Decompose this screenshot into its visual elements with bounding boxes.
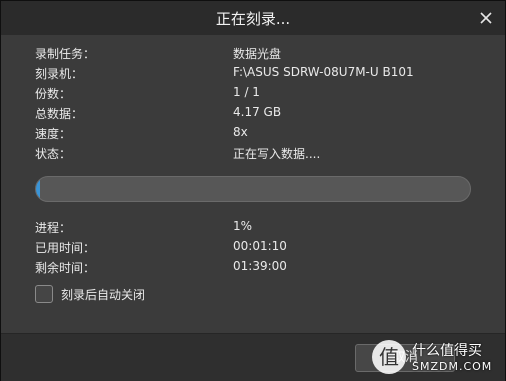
auto-close-checkbox[interactable] — [35, 285, 53, 303]
smzdm-watermark: 值 什么值得买 SMZDM.COM — [372, 338, 506, 381]
info-label: 刻录机： — [35, 67, 84, 81]
info-row-burner: 刻录机： F:\ASUS SDRW-08U7M-U B101 — [35, 65, 475, 85]
close-icon — [480, 12, 492, 24]
burn-progress-bar — [35, 176, 471, 202]
stat-value: 1% — [233, 219, 253, 233]
info-label: 速度： — [35, 127, 72, 141]
info-row-total-data: 总数据： 4.17 GB — [35, 105, 475, 125]
info-value: 正在写入数据.... — [233, 147, 321, 161]
info-label: 状态： — [35, 147, 72, 161]
info-value: 8x — [233, 125, 248, 139]
info-value: 数据光盘 — [233, 47, 282, 61]
window-title: 正在刻录... — [215, 10, 291, 28]
burn-progress-dialog: 正在刻录... 录制任务： 数据光盘 刻录机： F:\ASUS SDRW-08U… — [0, 0, 506, 381]
auto-close-option[interactable]: 刻录后自动关闭 — [35, 285, 235, 305]
watermark-logo: 值 — [372, 340, 406, 374]
stat-label: 进程： — [35, 221, 72, 235]
info-row-status: 状态： 正在写入数据.... — [35, 145, 475, 165]
info-value: 4.17 GB — [233, 105, 282, 119]
title-bar: 正在刻录... — [1, 1, 505, 35]
stat-row-progress: 进程： 1% — [35, 219, 475, 239]
dialog-content: 录制任务： 数据光盘 刻录机： F:\ASUS SDRW-08U7M-U B10… — [1, 35, 505, 333]
watermark-text: 什么值得买 — [412, 343, 482, 359]
watermark-domain: SMZDM.COM — [412, 360, 493, 373]
info-label: 总数据： — [35, 107, 84, 121]
progress-fill — [36, 177, 41, 201]
info-label: 份数： — [35, 87, 72, 101]
stat-row-remaining: 剩余时间： 01:39:00 — [35, 259, 475, 279]
stat-row-elapsed: 已用时间： 00:01:10 — [35, 239, 475, 259]
stat-value: 00:01:10 — [233, 239, 287, 253]
info-value: F:\ASUS SDRW-08U7M-U B101 — [233, 65, 414, 79]
close-button[interactable] — [475, 7, 497, 29]
stat-label: 已用时间： — [35, 241, 96, 255]
info-row-copies: 份数： 1 / 1 — [35, 85, 475, 105]
stat-value: 01:39:00 — [233, 259, 287, 273]
info-value: 1 / 1 — [233, 85, 260, 99]
auto-close-label: 刻录后自动关闭 — [61, 288, 146, 302]
info-row-speed: 速度： 8x — [35, 125, 475, 145]
info-label: 录制任务： — [35, 47, 96, 61]
info-row-task: 录制任务： 数据光盘 — [35, 45, 475, 65]
stat-label: 剩余时间： — [35, 261, 96, 275]
